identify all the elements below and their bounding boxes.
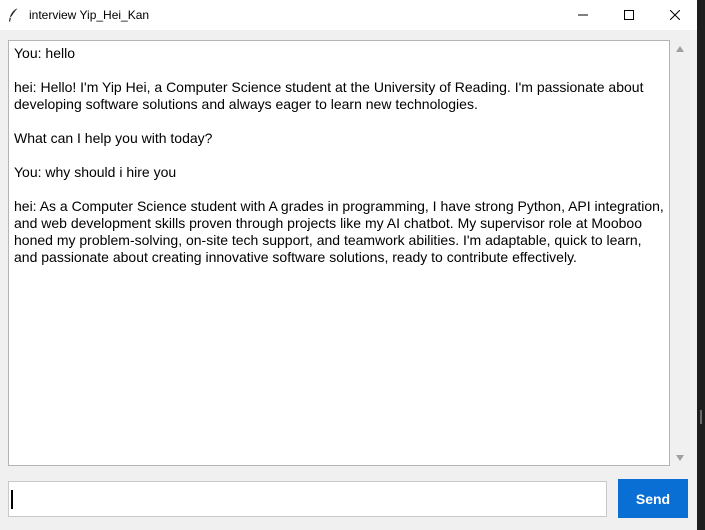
background-window-mark xyxy=(700,410,702,424)
chat-scrollbar[interactable] xyxy=(671,40,688,466)
send-button[interactable]: Send xyxy=(618,479,688,518)
chat-message: What can I help you with today? xyxy=(14,130,213,146)
chat-message: You: why should i hire you xyxy=(14,164,177,180)
maximize-icon xyxy=(624,10,634,20)
feather-icon xyxy=(7,7,21,23)
minimize-button[interactable] xyxy=(560,0,606,30)
close-button[interactable] xyxy=(652,0,697,30)
scroll-up-button[interactable] xyxy=(671,40,688,57)
message-input-container xyxy=(8,481,607,517)
triangle-up-icon xyxy=(675,45,684,52)
title-bar[interactable]: interview Yip_Hei_Kan xyxy=(0,0,697,30)
maximize-button[interactable] xyxy=(606,0,652,30)
window-title: interview Yip_Hei_Kan xyxy=(29,8,150,22)
minimize-icon xyxy=(578,14,588,16)
app-window: interview Yip_Hei_Kan You: hello hei: He… xyxy=(0,0,697,530)
chat-message: hei: As a Computer Science student with … xyxy=(14,198,664,265)
scroll-down-button[interactable] xyxy=(671,449,688,466)
message-input[interactable] xyxy=(9,482,606,516)
chat-history[interactable]: You: hello hei: Hello! I'm Yip Hei, a Co… xyxy=(8,40,670,466)
chat-message: You: hello xyxy=(14,45,75,61)
close-icon xyxy=(670,10,680,20)
background-window-edge xyxy=(697,0,705,530)
triangle-down-icon xyxy=(675,454,684,461)
chat-message: hei: Hello! I'm Yip Hei, a Computer Scie… xyxy=(14,79,644,112)
text-caret xyxy=(11,490,13,509)
